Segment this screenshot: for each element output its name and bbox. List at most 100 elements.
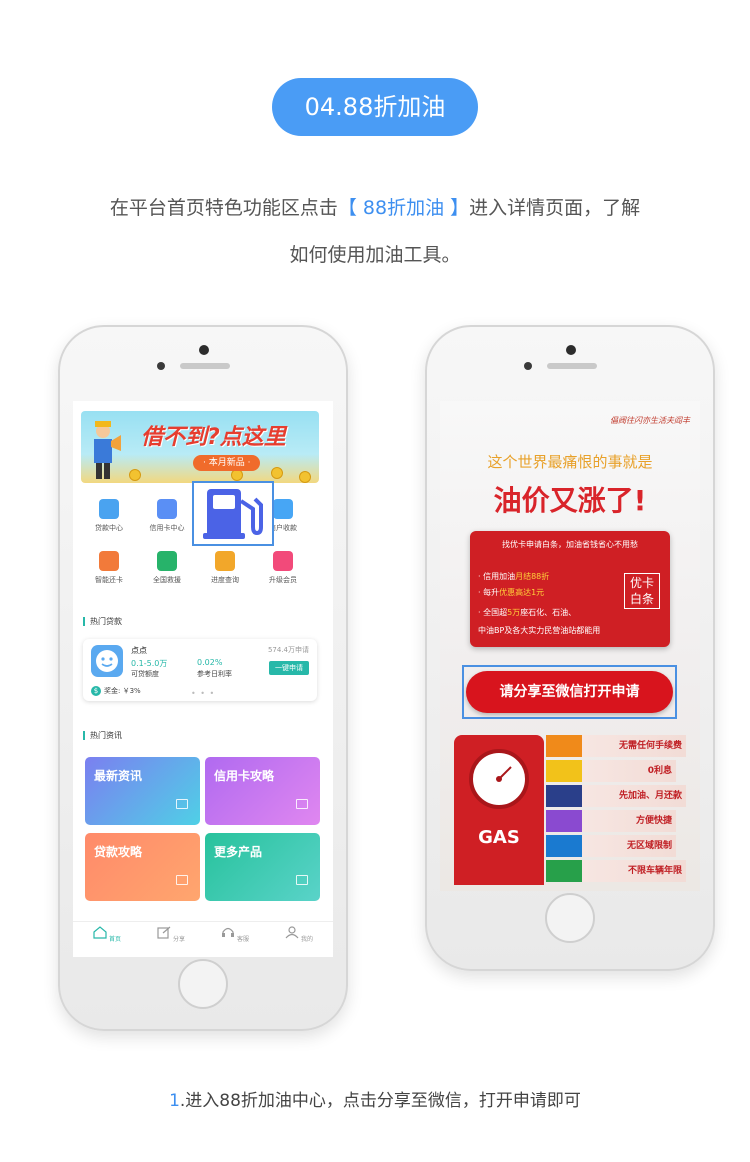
banner-title: 借不到?点这里 <box>141 425 286 450</box>
tab-service[interactable]: 客服 <box>215 926 255 943</box>
tutorial-page: 04.88折加油 在平台首页特色功能区点击【 88折加油 】进入详情页面，了解 … <box>0 0 750 1162</box>
news-card-title: 贷款攻略 <box>94 845 143 859</box>
home-icon <box>93 926 107 939</box>
tab-share[interactable]: 分享 <box>151 926 191 943</box>
news-card[interactable]: 贷款攻略 <box>85 833 200 901</box>
promo-banner[interactable]: 借不到?点这里 · 本月新品 · <box>81 411 319 483</box>
gas-label: GAS <box>478 827 520 848</box>
feature-item[interactable]: 信用卡中心 <box>141 499 193 533</box>
offer-box: 找优卡申请白条，加油省钱省心不用愁 · 信用加油月结88折 · 每升优惠高达1元… <box>470 531 670 647</box>
offer-line-text: · 信用加油 <box>478 572 516 581</box>
loan-card[interactable]: 点点 574.4万申请 0.1-5.0万 可贷额度 0.02% 参考日利率 一键… <box>83 639 317 701</box>
feature-icon <box>273 551 293 571</box>
feature-bar-text: 无需任何手续费 <box>618 741 682 751</box>
intro-pre: 在平台首页特色功能区点击 <box>109 197 338 219</box>
feature-icon <box>157 551 177 571</box>
caption-number: 1 <box>169 1091 180 1111</box>
offer-line-highlight: 5万 <box>507 608 521 617</box>
hot-news-title: 热门资讯 <box>83 731 122 740</box>
loan-amount-label: 可贷额度 <box>131 670 159 678</box>
loan-name: 点点 <box>131 646 147 655</box>
apply-button[interactable]: 一键申请 <box>269 661 309 675</box>
carousel-dots[interactable]: • • • <box>191 689 215 698</box>
front-sensor <box>524 362 532 370</box>
intro-post: 进入详情页面，了解 <box>469 197 641 219</box>
earpiece-speaker <box>547 363 597 369</box>
dollar-icon: $ <box>91 686 101 696</box>
feature-icon <box>215 551 235 571</box>
document-icon <box>176 799 188 809</box>
coin-decoration <box>299 471 311 483</box>
loan-rate-label: 参考日利率 <box>197 670 232 678</box>
camera-dot <box>199 345 209 355</box>
step-badge: 04.88折加油 <box>272 78 478 136</box>
fuel-feature-highlight[interactable] <box>192 481 274 546</box>
offer-line: · 全国超5万座石化、石油、 <box>478 607 576 618</box>
feature-bar: 不限车辆年限 <box>546 860 686 882</box>
front-sensor <box>157 362 165 370</box>
coin-decoration <box>129 469 141 481</box>
headline-2: 油价又涨了! <box>493 484 647 517</box>
news-card-title: 信用卡攻略 <box>214 769 275 783</box>
intro-highlight: 【 88折加油 】 <box>337 197 470 219</box>
headset-icon <box>222 927 235 937</box>
feature-item[interactable]: 进度查询 <box>199 551 251 585</box>
offer-line-text: 中油BP及各大实力民营油站都能用 <box>478 626 601 635</box>
feature-bar-text: 0利息 <box>647 766 672 776</box>
app-screen-left: 借不到?点这里 · 本月新品 · 贷款中心 信用卡中心 商户收款 智能还卡 全国救援 进度… <box>73 401 333 957</box>
news-card[interactable]: 更多产品 <box>205 833 320 901</box>
tab-me[interactable]: 我的 <box>279 926 319 943</box>
tab-home[interactable]: 首页 <box>87 926 127 943</box>
youka-baitiao-badge: 优卡 白条 <box>624 573 660 609</box>
loan-bonus-text: 奖金: ￥3% <box>104 687 141 695</box>
fuel-pump-icon <box>203 488 263 539</box>
bottom-tab-bar: 首页 分享 客服 我的 <box>73 921 333 957</box>
earpiece-speaker <box>180 363 230 369</box>
offer-line-text: · 全国超 <box>478 608 508 617</box>
feature-label: 智能还卡 <box>95 576 123 584</box>
phone-left: 借不到?点这里 · 本月新品 · 贷款中心 信用卡中心 商户收款 智能还卡 全国救援 进度… <box>58 325 348 1031</box>
banner-tag: · 本月新品 · <box>193 455 261 471</box>
home-button[interactable] <box>545 893 595 943</box>
headline-1: 这个世界最痛恨的事就是 <box>487 453 653 471</box>
loan-app-avatar <box>91 645 123 677</box>
document-icon <box>296 875 308 885</box>
share-icon <box>157 926 171 939</box>
feature-item[interactable]: 升级会员 <box>257 551 309 585</box>
news-card-title: 更多产品 <box>214 845 263 859</box>
user-icon <box>285 926 299 939</box>
intro-line-1: 在平台首页特色功能区点击【 88折加油 】进入详情页面，了解 <box>40 193 710 220</box>
offer-line: 中油BP及各大实力民营油站都能用 <box>478 625 600 636</box>
home-button[interactable] <box>178 959 228 1009</box>
intro-line-2: 如何使用加油工具。 <box>289 244 461 266</box>
offer-box-title: 找优卡申请白条，加油省钱省心不用愁 <box>502 540 638 549</box>
news-card[interactable]: 最新资讯 <box>85 757 200 825</box>
offer-line-highlight: 月结88折 <box>515 572 550 581</box>
feature-bar: 方便快捷 <box>546 810 676 832</box>
feature-item[interactable]: 智能还卡 <box>83 551 135 585</box>
news-card-title: 最新资讯 <box>94 769 143 783</box>
share-to-wechat-button[interactable]: 请分享至微信打开申请 <box>466 671 673 713</box>
app-screen-right: 倡阀往闪亦生活夫阎丰 这个世界最痛恨的事就是 油价又涨了! 找优卡申请白条，加油… <box>440 401 700 891</box>
news-card[interactable]: 信用卡攻略 <box>205 757 320 825</box>
loan-bonus: $ 奖金: ￥3% <box>91 686 141 696</box>
feature-label: 贷款中心 <box>95 524 123 532</box>
feature-icon <box>99 499 119 519</box>
smiley-face-icon <box>96 650 118 672</box>
feature-bar: 无需任何手续费 <box>546 735 686 757</box>
offer-line: · 每升优惠高达1元 <box>478 587 544 598</box>
caption-text: .进入88折加油中心，点击分享至微信，打开申请即可 <box>179 1091 581 1111</box>
loan-rate: 0.02% <box>197 658 223 667</box>
feature-bar-text: 方便快捷 <box>635 816 672 826</box>
document-icon <box>296 799 308 809</box>
gas-pump-illustration: GAS <box>454 735 544 885</box>
coin-decoration <box>271 467 283 479</box>
feature-item[interactable]: 贷款中心 <box>83 499 135 533</box>
feature-label: 进度查询 <box>211 576 239 584</box>
tab-me-label: 我的 <box>300 936 313 943</box>
feature-icon <box>273 499 293 519</box>
feature-item[interactable]: 全国救援 <box>141 551 193 585</box>
feature-bar: 先加油、月还款 <box>546 785 686 807</box>
gauge-needle-icon <box>496 766 512 782</box>
gauge-icon <box>469 749 529 809</box>
